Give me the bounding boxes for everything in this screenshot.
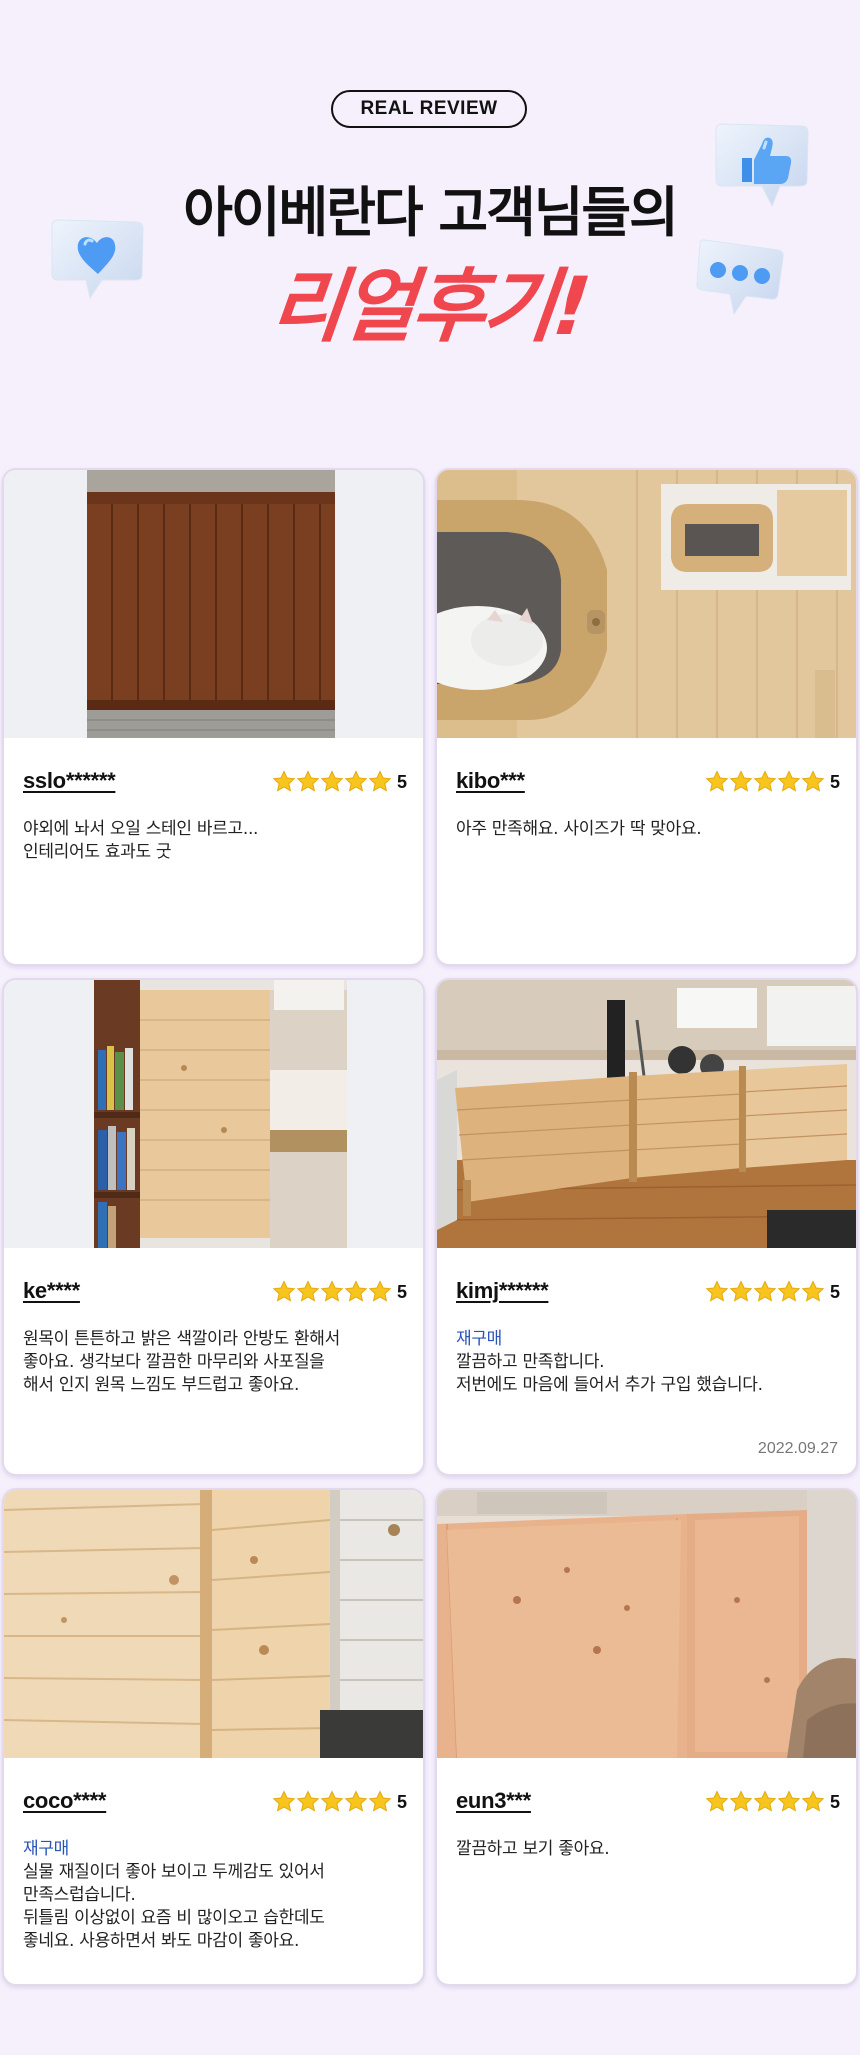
review-line: 저번에도 마음에 들어서 추가 구입 했습니다.: [456, 1375, 763, 1395]
review-text: 아주 만족해요. 사이즈가 딱 맞아요.: [456, 818, 837, 841]
reviewer-name: ke****: [23, 1278, 80, 1303]
review-line: 좋아요. 생각보다 깔끔한 마무리와 사포질을: [23, 1352, 325, 1372]
reviewer-name: coco****: [23, 1788, 107, 1813]
chat-dots-icon: [696, 239, 784, 316]
rebuy-label: 재구매: [23, 1839, 70, 1859]
review-card[interactable]: eun3*** 5 깔끔하고 보기 좋아요.: [435, 1488, 858, 1986]
star-icon: [729, 770, 753, 792]
star-icon: [753, 770, 777, 792]
star-icon: [705, 1790, 729, 1812]
review-line: 만족스럽습니다.: [23, 1885, 136, 1905]
review-line: 깔끔하고 보기 좋아요.: [456, 1839, 610, 1859]
rating-score: 5: [829, 1791, 840, 1812]
rating-score: 5: [396, 771, 407, 792]
review-photo: [4, 980, 423, 1248]
reviewer-name: eun3***: [456, 1788, 531, 1813]
star-icon: [320, 1280, 344, 1302]
star-icon: [753, 1280, 777, 1302]
star-icon: [753, 1790, 777, 1812]
star-icon: [272, 770, 296, 792]
review-line: 원목이 튼튼하고 밝은 색깔이라 안방도 환해서: [23, 1329, 340, 1349]
review-text: 깔끔하고 보기 좋아요.: [456, 1838, 837, 1861]
review-line: 좋네요. 사용하면서 봐도 마감이 좋아요.: [23, 1931, 300, 1951]
rating-score: 5: [396, 1281, 407, 1302]
review-line: 인테리어도 효과도 굿: [23, 842, 172, 862]
review-photo: [437, 470, 856, 738]
review-card[interactable]: coco**** 5 재구매 실물 재질이더 좋아 보이고 두께감도 있어서 만…: [2, 1488, 425, 1986]
star-icon: [296, 1280, 320, 1302]
star-icon: [272, 1790, 296, 1812]
review-header: REAL REVIEW 아이베란다 고객님들의 리얼후기!: [0, 0, 860, 468]
star-icon: [777, 1790, 801, 1812]
star-icon: [801, 1280, 825, 1302]
star-icon: [344, 770, 368, 792]
review-photo: [4, 1490, 423, 1758]
star-icon: [777, 770, 801, 792]
review-line: 뒤틀림 이상없이 요즘 비 많이오고 습한데도: [23, 1908, 325, 1928]
real-review-pill: REAL REVIEW: [331, 90, 527, 128]
rating-score: 5: [829, 1281, 840, 1302]
star-icon: [296, 770, 320, 792]
review-card[interactable]: ke**** 5 원목이 튼튼하고 밝은 색깔이라 안방도 환해서 좋아요. 생…: [2, 978, 425, 1476]
star-icon: [368, 770, 392, 792]
star-icon: [344, 1790, 368, 1812]
thumbs-up-icon: [715, 123, 809, 208]
reviewer-name: sslo******: [23, 768, 116, 793]
star-icon: [801, 770, 825, 792]
reviewer-name: kimj******: [456, 1278, 549, 1303]
rebuy-label: 재구매: [456, 1329, 503, 1349]
review-line: 야외에 놔서 오일 스테인 바르고...: [23, 819, 259, 839]
star-icon: [296, 1790, 320, 1812]
review-text: 원목이 튼튼하고 밝은 색깔이라 안방도 환해서 좋아요. 생각보다 깔끔한 마…: [23, 1328, 404, 1397]
star-icon: [729, 1790, 753, 1812]
star-icon: [729, 1280, 753, 1302]
star-rating: 5: [272, 1280, 407, 1304]
reviewer-name: kibo***: [456, 768, 525, 793]
review-card[interactable]: sslo****** 5 야외에 놔서 오일 스테인 바르고... 인테리어도 …: [2, 468, 425, 966]
star-rating: 5: [705, 1280, 840, 1304]
star-icon: [705, 770, 729, 792]
review-line: 아주 만족해요. 사이즈가 딱 맞아요.: [456, 819, 702, 839]
review-line: 깔끔하고 만족합니다.: [456, 1352, 605, 1372]
review-photo: [437, 980, 856, 1248]
review-text: 재구매 실물 재질이더 좋아 보이고 두께감도 있어서 만족스럽습니다. 뒤틀림…: [23, 1838, 404, 1953]
star-icon: [344, 1280, 368, 1302]
star-icon: [272, 1280, 296, 1302]
review-text: 야외에 놔서 오일 스테인 바르고... 인테리어도 효과도 굿: [23, 818, 404, 864]
star-icon: [368, 1280, 392, 1302]
star-icon: [368, 1790, 392, 1812]
review-photo: [437, 1490, 856, 1758]
star-rating: 5: [272, 1790, 407, 1814]
review-card[interactable]: kimj****** 5 재구매 깔끔하고 만족합니다. 저번에도 마음에 들어…: [435, 978, 858, 1476]
heart-icon: [51, 219, 144, 300]
star-icon: [320, 770, 344, 792]
review-card[interactable]: kibo*** 5 아주 만족해요. 사이즈가 딱 맞아요.: [435, 468, 858, 966]
star-rating: 5: [272, 770, 407, 794]
star-rating: 5: [705, 770, 840, 794]
rating-score: 5: [829, 771, 840, 792]
review-date: 2022.09.27: [757, 1440, 838, 1457]
star-icon: [705, 1280, 729, 1302]
star-icon: [320, 1790, 344, 1812]
review-photo: [4, 470, 423, 738]
review-line: 해서 인지 원목 느낌도 부드럽고 좋아요.: [23, 1375, 300, 1395]
review-line: 실물 재질이더 좋아 보이고 두께감도 있어서: [23, 1862, 325, 1882]
star-icon: [777, 1280, 801, 1302]
star-rating: 5: [705, 1790, 840, 1814]
review-text: 재구매 깔끔하고 만족합니다. 저번에도 마음에 들어서 추가 구입 했습니다.: [456, 1328, 837, 1397]
star-icon: [801, 1790, 825, 1812]
rating-score: 5: [396, 1791, 407, 1812]
